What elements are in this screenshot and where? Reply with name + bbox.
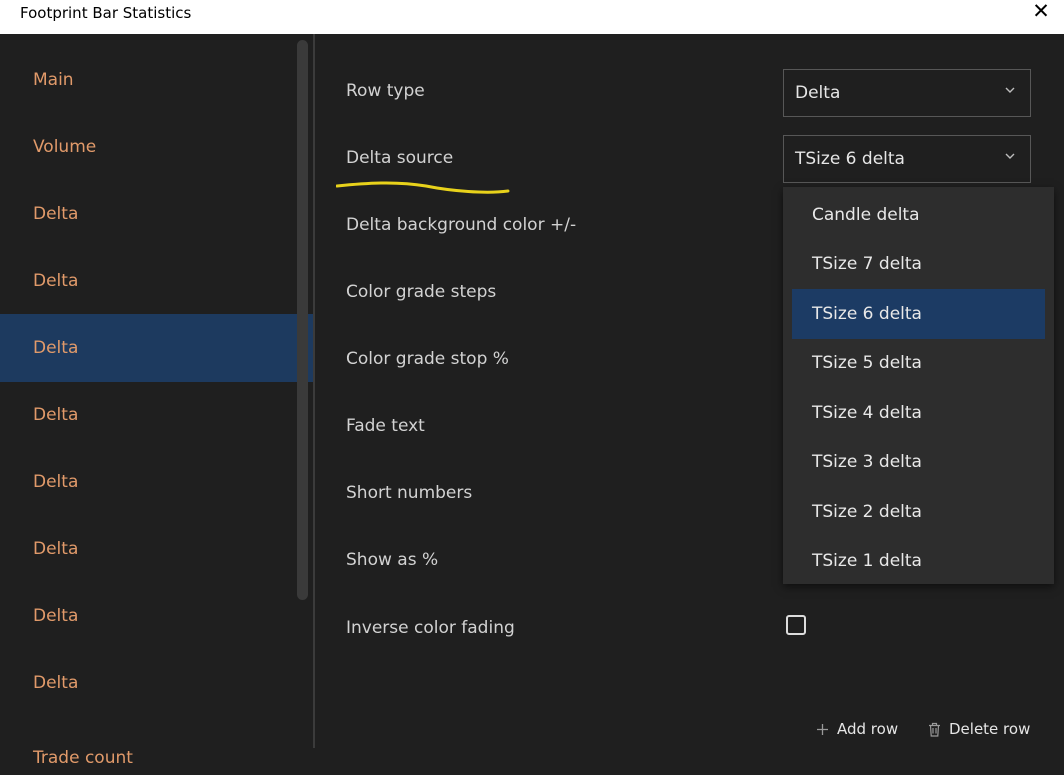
sidebar-item-delta[interactable]: Delta <box>0 448 313 516</box>
sidebar-item-label: Volume <box>33 137 97 157</box>
add-row-button[interactable]: Add row <box>816 720 898 738</box>
sidebar-item-delta[interactable]: Delta <box>0 247 313 315</box>
sidebar-item-delta[interactable]: Delta <box>0 381 313 449</box>
dropdown-option[interactable]: TSize 1 delta <box>792 537 1045 587</box>
delta-source-select[interactable]: TSize 6 delta <box>783 135 1031 183</box>
sidebar-item-delta-active[interactable]: Delta <box>0 314 313 382</box>
sidebar-item-delta[interactable]: Delta <box>0 649 313 717</box>
sidebar-item-volume[interactable]: Volume <box>0 113 313 181</box>
panel-divider <box>313 34 315 748</box>
sidebar-item-delta[interactable]: Delta <box>0 180 313 248</box>
delta-source-value: TSize 6 delta <box>795 149 905 169</box>
dropdown-option[interactable]: TSize 7 delta <box>792 240 1045 290</box>
sidebar: Main Volume Delta Delta Delta Delta Delt… <box>0 34 313 775</box>
inverse-color-fading-checkbox[interactable] <box>786 615 806 635</box>
sidebar-item-label: Delta <box>33 606 79 626</box>
dropdown-option[interactable]: Candle delta <box>792 190 1045 240</box>
trash-icon <box>928 722 941 737</box>
dropdown-option[interactable]: TSize 3 delta <box>792 438 1045 488</box>
inverse-color-fading-label: Inverse color fading <box>346 618 515 638</box>
fade-text-label: Fade text <box>346 416 425 436</box>
sidebar-item-delta[interactable]: Delta <box>0 515 313 583</box>
dropdown-option[interactable]: TSize 4 delta <box>792 388 1045 438</box>
sidebar-item-label: Trade count <box>33 748 133 768</box>
color-grade-stop-label: Color grade stop % <box>346 349 509 369</box>
delete-row-button[interactable]: Delete row <box>928 720 1030 738</box>
color-grade-steps-label: Color grade steps <box>346 282 497 302</box>
sidebar-item-label: Delta <box>33 539 79 559</box>
row-type-label: Row type <box>346 81 425 101</box>
title-bar: Footprint Bar Statistics ✕ <box>0 0 1064 34</box>
sidebar-item-label: Delta <box>33 673 79 693</box>
sidebar-scrollbar[interactable] <box>297 40 308 600</box>
plus-icon <box>816 723 829 736</box>
sidebar-item-main[interactable]: Main <box>0 46 313 114</box>
chevron-down-icon <box>1005 153 1015 159</box>
close-icon[interactable]: ✕ <box>1030 0 1052 22</box>
show-as-percent-label: Show as % <box>346 550 439 570</box>
row-type-select[interactable]: Delta <box>783 69 1031 117</box>
short-numbers-label: Short numbers <box>346 483 473 503</box>
sidebar-item-label: Main <box>33 70 74 90</box>
dropdown-option[interactable]: TSize 5 delta <box>792 339 1045 389</box>
chevron-down-icon <box>1005 87 1015 93</box>
delta-bg-color-label: Delta background color +/- <box>346 215 577 235</box>
dropdown-option-selected[interactable]: TSize 6 delta <box>792 289 1045 339</box>
sidebar-item-trade-count[interactable]: Trade count <box>0 724 313 775</box>
delta-source-dropdown: Candle delta TSize 7 delta TSize 6 delta… <box>783 187 1054 584</box>
sidebar-item-label: Delta <box>33 271 79 291</box>
sidebar-item-label: Delta <box>33 204 79 224</box>
add-row-label: Add row <box>837 720 899 738</box>
dropdown-option[interactable]: TSize 2 delta <box>792 487 1045 537</box>
delete-row-label: Delete row <box>949 720 1031 738</box>
sidebar-item-delta[interactable]: Delta <box>0 582 313 650</box>
delta-source-label: Delta source <box>346 148 454 168</box>
settings-window: Main Volume Delta Delta Delta Delta Delt… <box>0 34 1064 775</box>
sidebar-item-label: Delta <box>33 472 79 492</box>
window-title: Footprint Bar Statistics <box>20 4 192 22</box>
sidebar-item-label: Delta <box>33 405 79 425</box>
row-type-value: Delta <box>795 83 841 103</box>
highlight-underline-annotation <box>336 181 510 194</box>
sidebar-item-label: Delta <box>33 338 79 358</box>
